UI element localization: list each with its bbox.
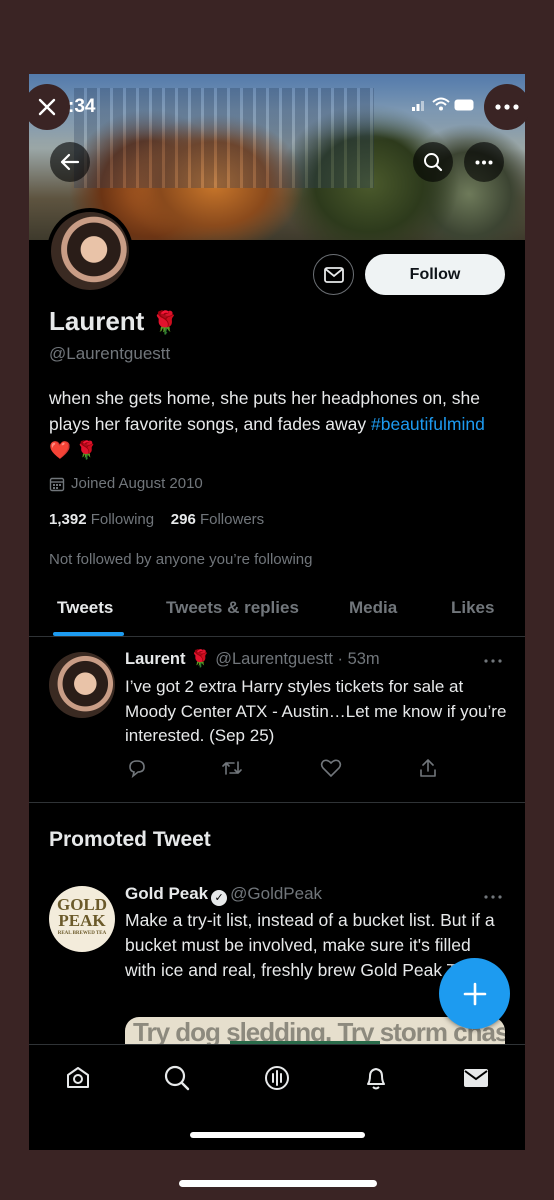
- logo-line-2: PEAK: [58, 911, 106, 930]
- bell-icon: [367, 1068, 385, 1090]
- status-time: :34: [68, 96, 96, 117]
- reply-icon: [129, 760, 145, 779]
- message-button[interactable]: [313, 254, 354, 295]
- promoted-handle: @GoldPeak: [230, 884, 323, 903]
- more-icon: [484, 659, 502, 663]
- share-button[interactable]: [418, 758, 438, 783]
- profile-name-text: Laurent: [49, 306, 145, 336]
- home-icon: [67, 1067, 89, 1088]
- active-tab-indicator: [53, 632, 124, 636]
- logo-tagline: REAL BREWED TEA: [57, 931, 107, 936]
- bio-hashtag-link[interactable]: #beautifulmind: [371, 414, 485, 434]
- status-icons: [412, 97, 476, 114]
- mail-icon: [464, 1069, 488, 1087]
- tweet-author[interactable]: Laurent: [125, 650, 186, 668]
- envelope-icon: [323, 266, 344, 283]
- promoted-image[interactable]: Try dog sledding. Try storm chasi: [125, 1017, 505, 1047]
- retweet-button[interactable]: [221, 758, 243, 783]
- tab-tweets-replies[interactable]: Tweets & replies: [166, 598, 299, 618]
- home-indicator: [190, 1132, 365, 1138]
- search-button[interactable]: [413, 142, 453, 182]
- calendar-icon: [49, 477, 65, 491]
- profile-bio: when she gets home, she puts her headpho…: [49, 385, 504, 463]
- joined-date: Joined August 2010: [49, 475, 203, 492]
- promoted-author[interactable]: Gold Peak: [125, 884, 208, 903]
- nav-notifications[interactable]: [359, 1061, 393, 1095]
- following-link[interactable]: 1,392 Following: [49, 511, 154, 528]
- rose-emoji: 🌹: [190, 650, 211, 668]
- more-icon: [484, 895, 502, 899]
- back-button[interactable]: [50, 142, 90, 182]
- plus-icon: [463, 982, 486, 1005]
- followers-link[interactable]: 296 Followers: [171, 511, 264, 528]
- like-button[interactable]: [320, 758, 342, 783]
- close-icon: [38, 98, 56, 116]
- followers-count: 296: [170, 511, 196, 528]
- tweet-header: Laurent 🌹 @Laurentguestt · 53m: [125, 650, 380, 669]
- tweet-actions: [125, 758, 455, 780]
- reply-button[interactable]: [127, 758, 147, 783]
- tab-media[interactable]: Media: [349, 598, 397, 618]
- followers-label: Followers: [199, 511, 265, 528]
- follow-button[interactable]: Follow: [365, 254, 505, 295]
- nav-home[interactable]: [61, 1061, 95, 1095]
- close-button[interactable]: [24, 84, 70, 130]
- profile-tabs: Tweets Tweets & replies Media Likes: [29, 590, 525, 637]
- rose-emoji: 🌹: [151, 310, 179, 335]
- more-icon: [475, 160, 493, 164]
- retweet-icon: [222, 761, 242, 775]
- profile-avatar[interactable]: [47, 208, 133, 294]
- profile-handle: @Laurentguestt: [49, 344, 171, 363]
- nav-messages[interactable]: [459, 1061, 493, 1095]
- verified-icon: ✓: [211, 890, 228, 906]
- tab-tweets[interactable]: Tweets: [57, 598, 113, 618]
- joined-text: Joined August 2010: [71, 475, 203, 492]
- promoted-text: Make a try-it list, instead of a bucket …: [125, 910, 495, 980]
- not-followed-note: Not followed by anyone you’re following: [49, 551, 313, 568]
- battery-icon: [454, 99, 474, 111]
- share-icon: [420, 759, 436, 777]
- outer-home-indicator: [179, 1180, 377, 1187]
- promoted-section-title: Promoted Tweet: [49, 828, 211, 851]
- signal-icon: [412, 101, 424, 111]
- search-icon: [424, 153, 443, 172]
- spaces-icon: [265, 1066, 289, 1090]
- search-icon: [164, 1065, 190, 1091]
- tweet-handle-time: @Laurentguestt · 53m: [215, 650, 380, 668]
- back-arrow-icon: [60, 153, 80, 171]
- profile-name: Laurent 🌹: [49, 306, 179, 337]
- nav-search[interactable]: [160, 1061, 194, 1095]
- tweet[interactable]: Laurent 🌹 @Laurentguestt · 53m I’ve got …: [29, 638, 525, 803]
- nav-spaces[interactable]: [260, 1061, 294, 1095]
- profile-stats: 1,392 Following 296 Followers: [49, 511, 264, 528]
- tab-likes[interactable]: Likes: [451, 598, 494, 618]
- tweet-more-button[interactable]: [484, 650, 502, 668]
- more-icon: [495, 104, 519, 110]
- gold-peak-logo[interactable]: GOLD PEAK REAL BREWED TEA: [49, 886, 115, 952]
- promoted-header: Gold Peak ✓ @GoldPeak: [125, 884, 322, 906]
- more-options-button[interactable]: [484, 84, 530, 130]
- bio-emojis: ❤️ 🌹: [49, 440, 98, 460]
- profile-more-button[interactable]: [464, 142, 504, 182]
- heart-icon: [320, 759, 342, 778]
- tweet-text: I’ve got 2 extra Harry styles tickets fo…: [125, 677, 507, 745]
- promoted-more-button[interactable]: [484, 886, 502, 904]
- tweet-avatar[interactable]: [49, 652, 115, 718]
- compose-tweet-button[interactable]: [439, 958, 510, 1029]
- following-label: Following: [90, 511, 155, 528]
- wifi-icon: [432, 97, 450, 111]
- following-count: 1,392: [49, 511, 87, 528]
